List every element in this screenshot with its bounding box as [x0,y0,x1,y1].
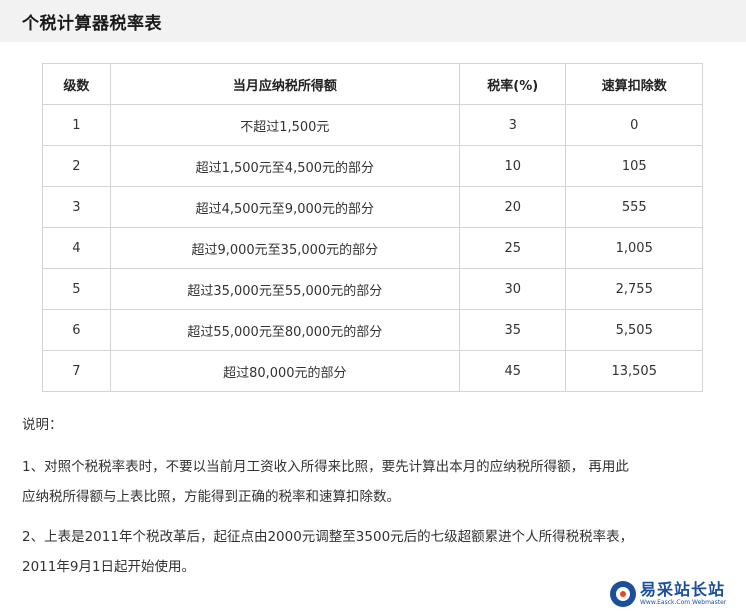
cell-taxable-income: 超过4,500元至9,000元的部分 [109,186,460,228]
notes-section: 说明： 1、对照个税税率表时，不要以当前月工资收入所得来比照，要先计算出本月的应… [22,410,722,582]
cell-quick-deduction: 2,755 [565,268,703,310]
cell-taxable-income: 超过80,000元的部分 [109,350,460,392]
note-1-line-2: 应纳税所得额与上表比照，方能得到正确的税率和速算扣除数。 [22,489,400,505]
table-row: 5 超过35,000元至55,000元的部分 30 2,755 [42,268,703,310]
cell-level: 5 [42,268,111,310]
note-1-line-1: 1、对照个税税率表时，不要以当前月工资收入所得来比照，要先计算出本月的应纳税所得… [22,459,629,475]
table-row: 4 超过9,000元至35,000元的部分 25 1,005 [42,227,703,269]
cell-level: 2 [42,145,111,187]
header-level: 级数 [42,63,111,105]
table-row: 2 超过1,500元至4,500元的部分 10 105 [42,145,703,187]
site-logo-icon [610,581,636,607]
table-row: 3 超过4,500元至9,000元的部分 20 555 [42,186,703,228]
cell-level: 3 [42,186,111,228]
cell-level: 7 [42,350,111,392]
cell-tax-rate: 3 [458,104,567,146]
table-row: 7 超过80,000元的部分 45 13,505 [42,350,703,392]
note-2-line-1: 2、上表是2011年个税改革后，起征点由2000元调整至3500元后的七级超额累… [22,529,634,545]
header-tax-rate: 税率(%) [458,63,567,105]
page-title: 个税计算器税率表 [22,14,162,34]
tax-rate-table: 级数 当月应纳税所得额 税率(%) 速算扣除数 1 不超过1,500元 3 0 … [42,63,703,392]
cell-tax-rate: 10 [458,145,567,187]
cell-level: 4 [42,227,111,269]
cell-tax-rate: 25 [458,227,567,269]
cell-quick-deduction: 0 [565,104,703,146]
watermark-site-url: Www.Easck.Com Webmaster [640,599,727,606]
header-taxable-income: 当月应纳税所得额 [109,63,460,105]
table-row: 6 超过55,000元至80,000元的部分 35 5,505 [42,309,703,351]
cell-level: 1 [42,104,111,146]
note-2-line-2: 2011年9月1日起开始使用。 [22,559,196,575]
title-bar: 个税计算器税率表 [0,0,746,42]
table-header: 级数 当月应纳税所得额 税率(%) 速算扣除数 [42,63,703,105]
notes-label: 说明： [22,417,63,433]
site-watermark: 易采站长站 Www.Easck.Com Webmaster [608,579,744,609]
cell-quick-deduction: 13,505 [565,350,703,392]
cell-taxable-income: 超过9,000元至35,000元的部分 [109,227,460,269]
watermark-text: 易采站长站 Www.Easck.Com Webmaster [640,581,726,607]
cell-taxable-income: 不超过1,500元 [109,104,460,146]
header-quick-deduction: 速算扣除数 [565,63,703,105]
cell-quick-deduction: 5,505 [565,309,703,351]
cell-tax-rate: 20 [458,186,567,228]
cell-taxable-income: 超过35,000元至55,000元的部分 [109,268,460,310]
cell-taxable-income: 超过55,000元至80,000元的部分 [109,309,460,351]
cell-level: 6 [42,309,111,351]
table-body: 1 不超过1,500元 3 0 2 超过1,500元至4,500元的部分 10 … [42,104,703,392]
watermark-site-name: 易采站长站 [640,580,726,599]
table-row: 1 不超过1,500元 3 0 [42,104,703,146]
cell-quick-deduction: 555 [565,186,703,228]
cell-tax-rate: 45 [458,350,567,392]
table-header-row: 级数 当月应纳税所得额 税率(%) 速算扣除数 [42,63,703,105]
cell-taxable-income: 超过1,500元至4,500元的部分 [109,145,460,187]
cell-quick-deduction: 1,005 [565,227,703,269]
cell-quick-deduction: 105 [565,145,703,187]
cell-tax-rate: 35 [458,309,567,351]
cell-tax-rate: 30 [458,268,567,310]
